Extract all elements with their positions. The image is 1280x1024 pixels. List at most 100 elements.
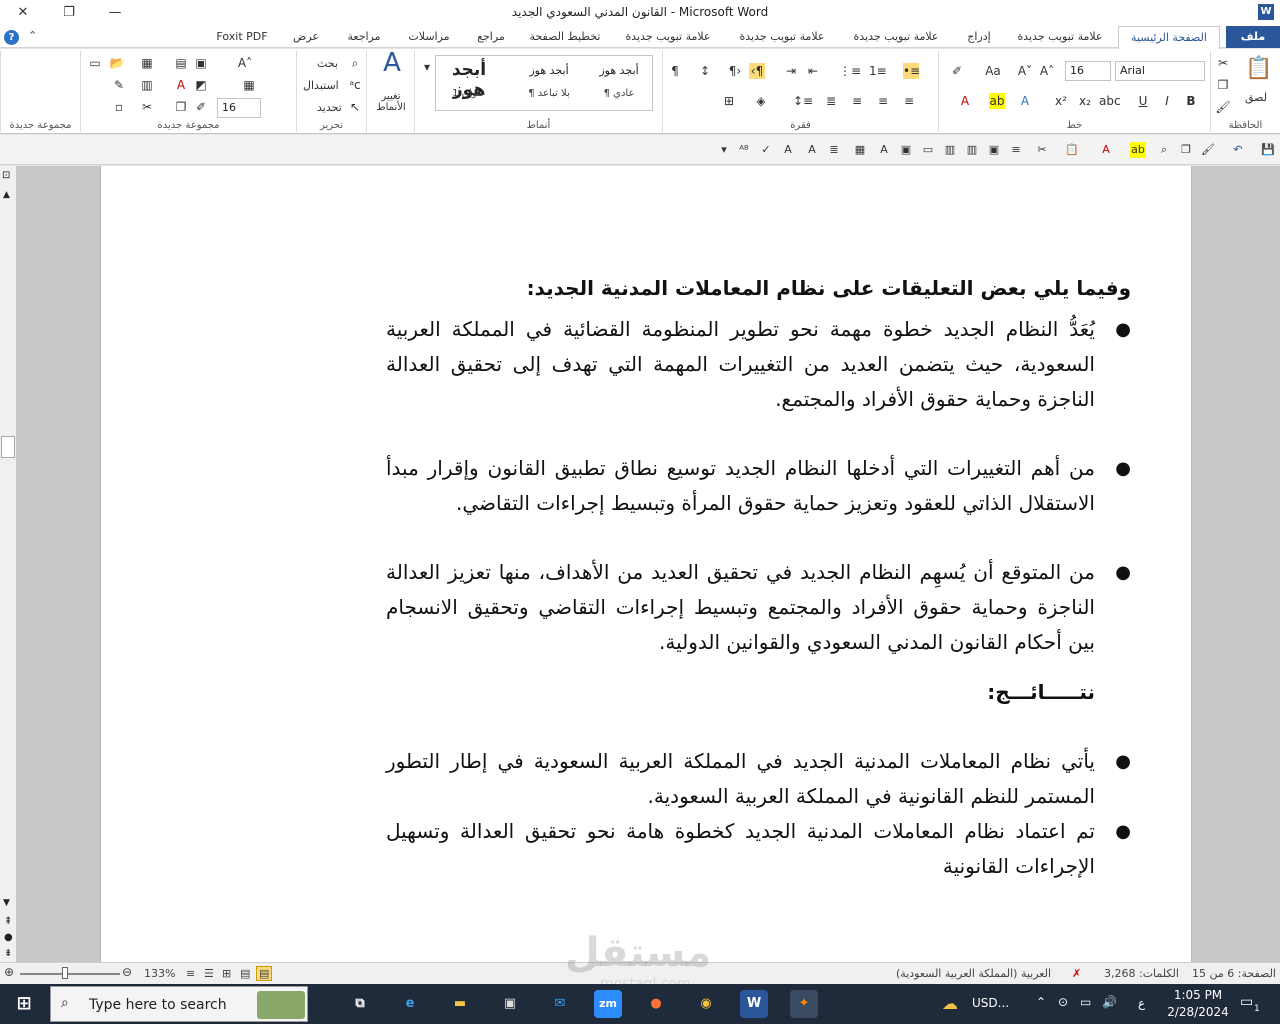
font-size-field[interactable]: 16 <box>1065 61 1111 81</box>
style-normal[interactable]: أبجد هوز ¶ عادي <box>586 56 652 110</box>
font-size-field-2[interactable]: 16 <box>217 98 261 118</box>
task-view-icon[interactable]: ⧉ <box>346 990 374 1018</box>
paste-icon[interactable]: 📋 <box>1064 142 1080 158</box>
paste-button[interactable]: لصق <box>1245 91 1267 104</box>
prev-page-icon[interactable]: ⇞ <box>4 916 12 927</box>
columns2-icon[interactable]: ▥ <box>964 142 980 158</box>
highlight-icon[interactable]: ab <box>1130 142 1146 158</box>
zoom-slider[interactable] <box>20 973 120 975</box>
cut-icon[interactable]: ✂ <box>1034 142 1050 158</box>
columns-icon[interactable]: ▥ <box>942 142 958 158</box>
format-painter-icon[interactable]: 🖌 <box>1200 142 1216 158</box>
preview-icon[interactable]: ⌕ <box>1156 142 1172 158</box>
table-icon[interactable]: ▦ <box>139 55 155 71</box>
chrome-icon[interactable]: ◉ <box>692 990 720 1018</box>
shrink-font-icon[interactable]: A˅ <box>1017 63 1033 79</box>
line-spacing-icon[interactable]: ↕≡ <box>793 93 813 109</box>
style-heading1[interactable]: أبجد هوز عنوان 1 <box>436 56 502 110</box>
underline-icon[interactable]: U <box>1135 93 1151 109</box>
format-painter-icon[interactable]: 🖌 <box>1215 99 1231 115</box>
increase-indent-icon[interactable]: ⇥ <box>783 63 799 79</box>
paste-icon[interactable]: 📋 <box>1245 55 1273 83</box>
change-styles-icon[interactable]: A <box>377 50 407 85</box>
browse-object-icon[interactable]: ● <box>4 932 13 943</box>
proofing-icon[interactable]: ✗ <box>1072 967 1081 980</box>
draft-view-icon[interactable]: ≡ <box>186 967 195 980</box>
ab-icon[interactable]: ᴬᴮ <box>736 142 752 158</box>
firefox-icon[interactable]: ● <box>642 990 670 1018</box>
tab-new-4[interactable]: علامة تبويب جديدة <box>614 26 722 48</box>
strikethrough-icon[interactable]: abc <box>1099 93 1121 109</box>
shading-icon[interactable]: ◈ <box>753 93 769 109</box>
print-layout-icon[interactable]: ▤ <box>256 966 273 981</box>
app-taskbar-icon[interactable]: ✦ <box>790 990 818 1018</box>
currency-widget[interactable]: USD... <box>972 996 1009 1010</box>
collapse-ribbon-icon[interactable]: ⌃ <box>28 29 37 42</box>
customize-icon[interactable]: ▾ <box>716 142 732 158</box>
file-explorer-icon[interactable]: ▬ <box>446 990 474 1018</box>
scroll-thumb[interactable] <box>1 436 15 458</box>
edit-icon[interactable]: ✐ <box>193 99 209 115</box>
style-no-spacing[interactable]: أبجد هوز ¶ بلا تباعد <box>516 56 582 110</box>
align-right-icon[interactable]: ≡ <box>849 93 865 109</box>
copy-icon[interactable]: ❐ <box>1178 142 1194 158</box>
font-color-icon[interactable]: A <box>957 93 973 109</box>
font-name-field[interactable]: Arial <box>1115 61 1205 81</box>
italic-icon[interactable]: I <box>1159 93 1175 109</box>
tab-insert[interactable]: إدراج <box>956 26 1002 48</box>
change-styles-button[interactable]: تغيير الأنماط <box>371 91 411 113</box>
paste-special-icon[interactable]: ▤ <box>173 55 189 71</box>
reading-view-icon[interactable]: ▤ <box>240 967 250 980</box>
highlight-icon[interactable]: ab <box>989 93 1005 109</box>
gallery-scroll-icon[interactable]: ▾ <box>419 59 435 75</box>
center-icon[interactable]: ≡ <box>875 93 891 109</box>
word-count[interactable]: الكلمات: 3,268 <box>1104 967 1179 980</box>
input-language[interactable]: ع <box>1138 996 1145 1010</box>
rtl-icon[interactable]: ‹¶ <box>749 63 765 79</box>
align-left-icon[interactable]: ≡ <box>901 93 917 109</box>
mail-icon[interactable]: ✉ <box>546 990 574 1018</box>
notifications-icon[interactable]: ▭ <box>1240 994 1253 1010</box>
document-content[interactable]: وفيما يلي بعض التعليقات على نظام المعامل… <box>261 276 1131 884</box>
clock-date[interactable]: 2/28/2024 <box>1166 1005 1230 1019</box>
store-icon[interactable]: ▣ <box>496 990 524 1018</box>
word-taskbar-icon[interactable]: W <box>740 990 768 1018</box>
zoom-in-icon[interactable]: ⊕ <box>4 965 14 979</box>
tab-new-2[interactable]: علامة تبويب جديدة <box>842 26 950 48</box>
cut-icon[interactable]: ✂ <box>1215 55 1231 71</box>
tab-file[interactable]: ملف <box>1226 26 1280 48</box>
spell-icon[interactable]: ✎ <box>111 77 127 93</box>
clear-icon[interactable]: ▫ <box>111 99 127 115</box>
grow-font-icon[interactable]: A˄ <box>237 55 253 71</box>
layout-icon[interactable]: ▭ <box>920 142 936 158</box>
image-icon[interactable]: ▣ <box>986 142 1002 158</box>
sort-icon[interactable]: ↕ <box>697 63 713 79</box>
undo-icon[interactable]: ↶ <box>1230 142 1246 158</box>
open-icon[interactable]: 📂 <box>109 55 125 71</box>
subscript-icon[interactable]: x₂ <box>1077 93 1093 109</box>
tab-home[interactable]: الصفحة الرئيسية <box>1118 26 1220 49</box>
weather-icon[interactable]: ☁ <box>942 994 958 1013</box>
font-color-icon[interactable]: A <box>1098 142 1114 158</box>
find-button[interactable]: بحث <box>317 57 338 70</box>
text-effects-icon[interactable]: A <box>1017 93 1033 109</box>
superscript-icon[interactable]: x² <box>1053 93 1069 109</box>
decrease-indent-icon[interactable]: ⇤ <box>805 63 821 79</box>
scroll-down-icon[interactable]: ▼ <box>3 898 10 908</box>
clock-time[interactable]: 1:05 PM <box>1170 988 1226 1002</box>
font-size-icon[interactable]: A <box>780 142 796 158</box>
volume-icon[interactable]: 🔊 <box>1102 995 1117 1009</box>
taskbar-search[interactable]: ⌕ Type here to search <box>50 986 308 1022</box>
vertical-scrollbar[interactable]: ⊡ ▲ ▼ ⇞ ● ⇟ <box>0 166 17 962</box>
tray-expand-icon[interactable]: ⌃ <box>1036 995 1046 1009</box>
picture-icon[interactable]: ▣ <box>898 142 914 158</box>
tab-mailings[interactable]: مراسلات <box>398 26 460 48</box>
copy-icon[interactable]: ❐ <box>1215 77 1231 93</box>
web-view-icon[interactable]: ⊞ <box>222 967 231 980</box>
pages-icon[interactable]: ▭ <box>87 55 103 71</box>
zoom-out-icon[interactable]: ⊖ <box>122 965 132 979</box>
network-icon[interactable]: ▭ <box>1080 995 1091 1009</box>
scroll-up-icon[interactable]: ▲ <box>3 190 10 200</box>
help-icon[interactable]: ? <box>4 30 19 45</box>
zoom-icon[interactable]: zm <box>594 990 622 1018</box>
